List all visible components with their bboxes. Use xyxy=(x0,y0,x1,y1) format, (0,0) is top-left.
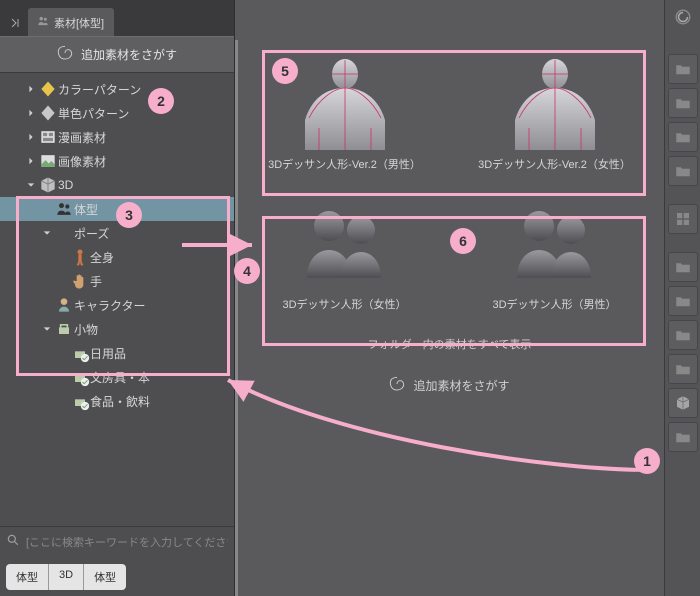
material-thumbnail xyxy=(285,50,405,150)
folder-button[interactable] xyxy=(668,54,698,84)
tree-item-label: 文房具・本 xyxy=(90,369,150,386)
material-card[interactable]: 3Dデッサン人形-Ver.2（男性） xyxy=(260,50,430,172)
image-icon xyxy=(38,151,58,171)
folder-button[interactable] xyxy=(668,252,698,282)
material-label: 3Dデッサン人形-Ver.2（女性） xyxy=(478,156,631,172)
expand-icon xyxy=(24,157,38,165)
material-row: 3Dデッサン人形-Ver.2（男性） 3Dデッサン人形-Ver.2（女性） xyxy=(251,50,648,172)
tree-item-label: 漫画素材 xyxy=(58,129,106,146)
people-icon xyxy=(36,14,50,31)
diamond-yellow-icon xyxy=(38,79,58,99)
tree-item-label: 日用品 xyxy=(90,345,126,362)
manga-icon xyxy=(38,127,58,147)
breadcrumb-item[interactable]: 体型 xyxy=(6,564,49,590)
folder-button[interactable] xyxy=(668,286,698,316)
tree-item-label: カラーパターン xyxy=(58,81,141,98)
find-more-label: 追加素材をさがす xyxy=(413,377,509,394)
person-red-icon xyxy=(70,247,90,267)
tree-item-label: 3D xyxy=(58,178,73,192)
tree-item[interactable]: カラーパターン xyxy=(0,77,234,101)
diamond-gray-icon xyxy=(38,103,58,123)
tree-item-label: 全身 xyxy=(90,249,114,266)
prop-q-icon xyxy=(70,343,90,363)
material-panel: 素材[体型] 追加素材をさがす カラーパターン単色パターン漫画素材画像素材3D体… xyxy=(0,0,235,596)
refresh-button[interactable] xyxy=(668,6,698,28)
expand-icon xyxy=(24,181,38,189)
expand-icon xyxy=(24,133,38,141)
material-thumbnail xyxy=(495,190,615,290)
tree-item[interactable]: 小物 xyxy=(0,317,234,341)
tree-item[interactable]: 3D xyxy=(0,173,234,197)
expand-icon xyxy=(40,325,54,333)
prop-q-icon xyxy=(70,367,90,387)
find-more-header[interactable]: 追加素材をさがす xyxy=(0,36,234,73)
find-more-footer[interactable]: 追加素材をさがす xyxy=(389,376,509,395)
material-label: 3Dデッサン人形（女性） xyxy=(282,296,406,312)
tree-item[interactable]: 食品・飲料 xyxy=(0,389,234,413)
tree-item[interactable]: 手 xyxy=(0,269,234,293)
tree-item[interactable]: 単色パターン xyxy=(0,101,234,125)
prop-icon xyxy=(54,319,74,339)
tree-item-label: 単色パターン xyxy=(58,105,129,122)
material-label: 3Dデッサン人形-Ver.2（男性） xyxy=(268,156,421,172)
search-bar xyxy=(0,526,234,558)
tab-label: 素材[体型] xyxy=(54,15,104,31)
cube-button[interactable] xyxy=(668,388,698,418)
material-grid: 3Dデッサン人形-Ver.2（男性） 3Dデッサン人形-Ver.2（女性） 3Dデ… xyxy=(235,0,664,596)
tree-item-label: 食品・飲料 xyxy=(90,393,150,410)
material-card[interactable]: 3Dデッサン人形（男性） xyxy=(470,190,640,312)
find-more-label: 追加素材をさがす xyxy=(81,46,177,63)
folder-button[interactable] xyxy=(668,88,698,118)
right-toolbar xyxy=(664,0,700,596)
folder-button[interactable] xyxy=(668,354,698,384)
tab-material[interactable]: 素材[体型] xyxy=(28,8,114,36)
folder-button[interactable] xyxy=(668,156,698,186)
material-thumbnail xyxy=(495,50,615,150)
hand-icon xyxy=(70,271,90,291)
tree-item[interactable]: 日用品 xyxy=(0,341,234,365)
search-input[interactable] xyxy=(26,537,228,549)
tree-item-label: キャラクター xyxy=(74,297,146,314)
material-card[interactable]: 3Dデッサン人形-Ver.2（女性） xyxy=(470,50,640,172)
breadcrumb-item[interactable]: 体型 xyxy=(84,564,126,590)
spiral-icon xyxy=(389,376,405,395)
material-label: 3Dデッサン人形（男性） xyxy=(492,296,616,312)
tree-item[interactable]: 全身 xyxy=(0,245,234,269)
material-tree: カラーパターン単色パターン漫画素材画像素材 3D体型ポーズ全身手キャラクター小物日… xyxy=(0,73,234,526)
collapse-icon[interactable] xyxy=(10,18,20,28)
expand-icon xyxy=(24,85,38,93)
tree-item[interactable]: 画像素材 xyxy=(0,149,234,173)
tree-item-label: 体型 xyxy=(74,201,98,218)
tree-item[interactable]: キャラクター xyxy=(0,293,234,317)
folder-button[interactable] xyxy=(668,422,698,452)
tree-item-label: 小物 xyxy=(74,321,98,338)
people-icon xyxy=(54,199,74,219)
cube-icon xyxy=(38,175,58,195)
spiral-icon xyxy=(57,45,73,64)
breadcrumb: 体型3D体型 xyxy=(0,558,234,596)
tree-item[interactable]: 文房具・本 xyxy=(0,365,234,389)
search-icon xyxy=(6,533,20,552)
tree-item-label: 手 xyxy=(90,273,102,290)
material-card[interactable]: 3Dデッサン人形（女性） xyxy=(260,190,430,312)
grid-button[interactable] xyxy=(668,204,698,234)
tree-item[interactable]: 漫画素材 xyxy=(0,125,234,149)
expand-icon xyxy=(24,109,38,117)
folder-button[interactable] xyxy=(668,320,698,350)
folder-button[interactable] xyxy=(668,122,698,152)
show-all-link[interactable]: フォルダー内の素材をすべて表示 xyxy=(368,336,532,352)
expand-icon xyxy=(40,229,54,237)
prop-q-icon xyxy=(70,391,90,411)
tree-item[interactable]: 体型 xyxy=(0,197,234,221)
material-row: 3Dデッサン人形（女性） 3Dデッサン人形（男性） xyxy=(251,190,648,312)
none-icon xyxy=(54,223,74,243)
tree-item[interactable]: ポーズ xyxy=(0,221,234,245)
panel-resizer[interactable] xyxy=(235,40,238,596)
breadcrumb-item[interactable]: 3D xyxy=(49,564,84,590)
tab-bar: 素材[体型] xyxy=(0,0,234,36)
character-icon xyxy=(54,295,74,315)
tree-item-label: 画像素材 xyxy=(58,153,106,170)
material-thumbnail xyxy=(285,190,405,290)
tree-item-label: ポーズ xyxy=(74,225,109,242)
